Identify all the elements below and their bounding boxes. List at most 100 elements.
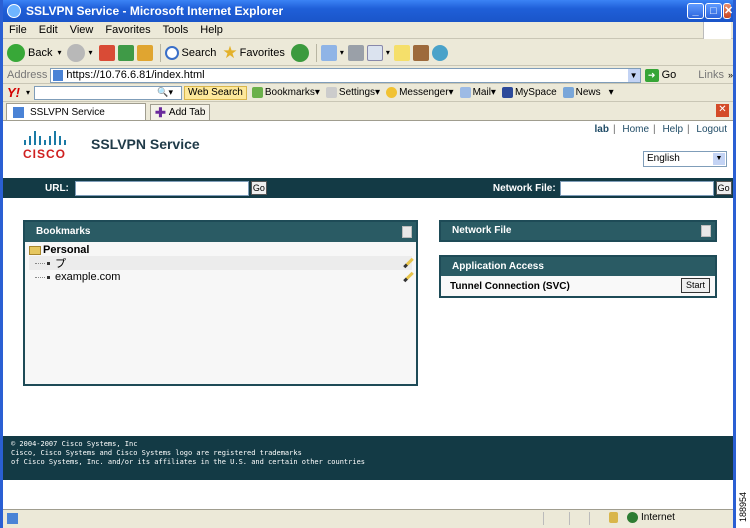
search-icon: 🔍▾ — [157, 86, 174, 97]
edit-pencil-icon[interactable] — [403, 257, 414, 269]
toolbar: Back ▾ ▾ Search ★ Favorites ▾ ▾ — [3, 40, 733, 66]
search-icon — [164, 45, 179, 60]
bookmark-item[interactable]: プ — [29, 256, 414, 270]
minimize-button[interactable]: _ — [687, 3, 704, 19]
yahoo-bookmarks[interactable]: Bookmarks ▾ — [251, 87, 320, 98]
forward-button[interactable]: ▾ — [67, 43, 93, 62]
bookmark-icon — [251, 87, 263, 98]
history-icon[interactable] — [290, 43, 309, 62]
yahoo-news[interactable]: News ▾ — [562, 87, 614, 98]
page-icon — [53, 69, 64, 81]
windows-flag-icon — [703, 22, 731, 39]
add-bookmark-icon[interactable] — [402, 226, 412, 238]
language-select[interactable]: English ▼ — [643, 151, 727, 167]
start-button[interactable]: Start — [680, 278, 710, 293]
cisco-logo: CISCO — [17, 131, 72, 161]
discuss-icon[interactable] — [393, 44, 410, 61]
address-bar: Address https://10.76.6.81/index.html ▼ … — [3, 67, 733, 84]
menu-help[interactable]: Help — [194, 24, 229, 36]
lock-icon — [609, 512, 618, 523]
research-icon[interactable] — [412, 44, 429, 61]
application-access-header: Application Access — [441, 257, 715, 276]
url-bar: URL: Go Network File: Go — [3, 178, 733, 198]
stop-icon[interactable] — [98, 44, 115, 61]
menu-bar: File Edit View Favorites Tools Help — [3, 22, 733, 39]
menu-tools[interactable]: Tools — [157, 24, 195, 36]
bookmark-item[interactable]: example.com — [29, 270, 414, 284]
header-links: lab | Home | Help | Logout — [594, 124, 727, 135]
edit-pencil-icon[interactable] — [403, 271, 414, 283]
home-link[interactable]: Home — [622, 124, 649, 135]
messenger-icon[interactable] — [431, 44, 448, 61]
window-title: SSLVPN Service - Microsoft Internet Expl… — [26, 4, 284, 18]
maximize-button[interactable]: □ — [705, 3, 722, 19]
myspace-icon — [501, 87, 513, 98]
user-name: lab — [594, 124, 609, 135]
page-content: CISCO SSLVPN Service lab | Home | Help | Lo… — [3, 121, 733, 509]
add-tab-button[interactable]: ✚ Add Tab — [150, 104, 211, 120]
close-tab-icon[interactable]: ✕ — [716, 104, 729, 117]
yahoo-myspace[interactable]: MySpace — [501, 87, 557, 98]
menu-view[interactable]: View — [64, 24, 100, 36]
links-label[interactable]: Links — [698, 69, 724, 81]
mail-icon[interactable] — [320, 44, 337, 61]
yahoo-messenger[interactable]: Messenger ▾ — [386, 87, 454, 98]
mail-icon — [459, 87, 471, 98]
network-drive-icon[interactable] — [701, 225, 711, 237]
chevron-down-icon: ▼ — [713, 153, 725, 165]
close-button[interactable]: ✕ — [723, 3, 733, 19]
favorites-button[interactable]: ★ Favorites — [222, 43, 285, 63]
address-input[interactable]: https://10.76.6.81/index.html ▼ — [50, 67, 641, 83]
tab-sslvpn[interactable]: SSLVPN Service — [6, 103, 146, 120]
refresh-icon[interactable] — [117, 44, 134, 61]
search-button[interactable]: Search — [164, 45, 216, 60]
print-icon[interactable] — [347, 44, 364, 61]
go-arrow-icon: ➜ — [644, 68, 659, 82]
yahoo-logo[interactable]: Y! — [7, 85, 20, 100]
page-title: SSLVPN Service — [91, 136, 200, 152]
security-zone: Internet — [641, 512, 675, 523]
menu-favorites[interactable]: Favorites — [99, 24, 156, 36]
menu-file[interactable]: File — [3, 24, 33, 36]
news-icon — [562, 87, 574, 98]
network-file-go-button[interactable]: Go — [715, 181, 732, 195]
browser-window: SSLVPN Service - Microsoft Internet Expl… — [0, 0, 736, 528]
web-search-button[interactable]: Web Search — [184, 85, 247, 100]
page-icon — [7, 512, 18, 524]
bookmarks-header: Bookmarks — [25, 222, 416, 242]
network-file-header: Network File — [441, 222, 715, 240]
help-link[interactable]: Help — [662, 124, 683, 135]
bookmark-folder[interactable]: Personal — [29, 244, 412, 256]
home-icon[interactable] — [136, 44, 153, 61]
application-access-panel: Application Access Tunnel Connection (SV… — [439, 255, 717, 298]
yahoo-settings[interactable]: Settings ▾ — [325, 87, 380, 98]
yahoo-mail[interactable]: Mail ▾ — [459, 87, 496, 98]
back-button[interactable]: Back ▾ — [7, 43, 61, 62]
status-bar: Internet — [3, 509, 733, 526]
edit-icon[interactable] — [366, 44, 383, 61]
page-icon — [13, 106, 24, 118]
settings-icon — [325, 87, 337, 98]
url-go-button[interactable]: Go — [250, 181, 267, 195]
url-label: URL: — [45, 182, 69, 194]
network-file-label: Network File: — [492, 182, 556, 194]
chevron-down-icon[interactable]: ▼ — [627, 68, 640, 82]
url-input[interactable] — [74, 180, 249, 196]
ie-icon — [7, 4, 21, 18]
network-file-input[interactable] — [559, 180, 714, 196]
tab-strip: SSLVPN Service ✚ Add Tab — [3, 102, 733, 121]
yahoo-search-input[interactable]: 🔍▾ — [34, 85, 183, 100]
go-button[interactable]: ➜ Go — [644, 68, 676, 82]
plus-icon: ✚ — [155, 104, 166, 120]
forward-arrow-icon — [67, 43, 86, 62]
logout-link[interactable]: Logout — [696, 124, 727, 135]
title-bar: SSLVPN Service - Microsoft Internet Expl… — [3, 0, 733, 22]
bookmarks-panel: Bookmarks Personal プ example.com — [23, 220, 418, 386]
yahoo-toolbar: Y! ▾ 🔍▾ Web Search Bookmarks ▾ Settings ▾ M… — [3, 84, 733, 102]
folder-icon — [29, 245, 41, 255]
back-arrow-icon — [7, 43, 25, 62]
menu-edit[interactable]: Edit — [33, 24, 64, 36]
app-row-tunnel: Tunnel Connection (SVC) Start — [441, 276, 715, 296]
network-file-panel: Network File — [439, 220, 717, 242]
cisco-bars-icon — [17, 131, 72, 145]
